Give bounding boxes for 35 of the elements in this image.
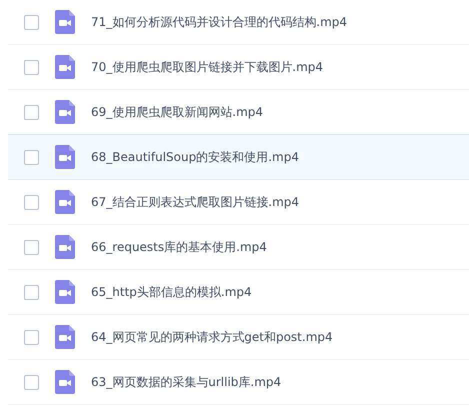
file-row[interactable]: 70_使用爬虫爬取图片链接并下载图片.mp4 (8, 44, 469, 90)
file-name[interactable]: 68_BeautifulSoup的安装和使用.mp4 (91, 148, 299, 166)
file-row[interactable]: 66_requests库的基本使用.mp4 (8, 224, 469, 270)
file-name[interactable]: 66_requests库的基本使用.mp4 (91, 238, 267, 256)
file-row[interactable]: 71_如何分析源代码并设计合理的代码结构.mp4 (8, 0, 469, 45)
file-name[interactable]: 69_使用爬虫爬取新闻网站.mp4 (91, 104, 264, 120)
file-row[interactable]: 65_http头部信息的模拟.mp4 (8, 269, 469, 315)
file-name[interactable]: 64_网页常见的两种请求方式get和post.mp4 (91, 328, 333, 346)
checkbox[interactable] (24, 240, 39, 254)
checkbox[interactable] (24, 374, 39, 390)
file-name[interactable]: 65_http头部信息的模拟.mp4 (91, 284, 252, 300)
video-file-icon (55, 55, 75, 79)
checkbox[interactable] (24, 330, 39, 344)
video-file-icon (55, 370, 75, 394)
file-row[interactable]: 64_网页常见的两种请求方式get和post.mp4 (8, 314, 469, 360)
video-file-icon (55, 235, 75, 259)
file-name[interactable]: 71_如何分析源代码并设计合理的代码结构.mp4 (91, 14, 348, 30)
video-file-icon (55, 145, 75, 169)
checkbox[interactable] (24, 60, 39, 74)
file-name[interactable]: 70_使用爬虫爬取图片链接并下载图片.mp4 (91, 58, 324, 76)
file-row[interactable]: 68_BeautifulSoup的安装和使用.mp4 (8, 134, 469, 180)
file-name[interactable]: 67_结合正则表达式爬取图片链接.mp4 (91, 194, 300, 210)
file-name[interactable]: 63_网页数据的采集与urllib库.mp4 (91, 374, 282, 390)
checkbox[interactable] (24, 104, 39, 120)
video-file-icon (55, 280, 75, 304)
video-file-icon (55, 325, 75, 349)
checkbox[interactable] (24, 14, 39, 30)
video-file-icon (55, 10, 75, 34)
checkbox[interactable] (24, 194, 39, 210)
video-file-icon (55, 100, 75, 124)
video-file-icon (55, 190, 75, 214)
file-row[interactable]: 63_网页数据的采集与urllib库.mp4 (8, 359, 469, 405)
checkbox[interactable] (24, 150, 39, 164)
file-row[interactable]: 67_结合正则表达式爬取图片链接.mp4 (8, 179, 469, 225)
checkbox[interactable] (24, 284, 39, 300)
